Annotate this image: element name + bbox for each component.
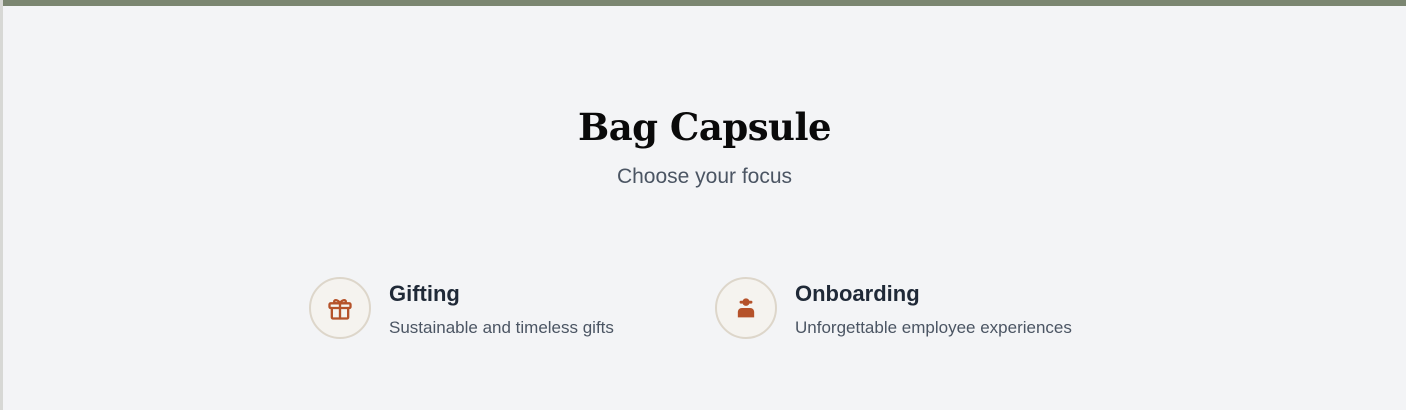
option-title: Onboarding [795, 281, 920, 306]
section-header: Bag Capsule Choose your focus [3, 104, 1406, 190]
page-subtitle: Choose your focus [616, 165, 793, 188]
option-description: Unforgettable employee experiences [795, 318, 1072, 337]
focus-options: Gifting Sustainable and timeless gifts O… [309, 277, 1072, 339]
option-title: Gifting [389, 281, 460, 306]
employee-icon [715, 277, 777, 339]
option-gifting-text: Gifting Sustainable and timeless gifts [389, 277, 614, 339]
option-gifting[interactable]: Gifting Sustainable and timeless gifts [309, 277, 715, 339]
option-onboarding-text: Onboarding Unforgettable employee experi… [795, 277, 1072, 339]
option-onboarding[interactable]: Onboarding Unforgettable employee experi… [715, 277, 1072, 339]
gift-icon [309, 277, 371, 339]
page-title: Bag Capsule [577, 105, 832, 149]
top-accent-bar [3, 0, 1406, 6]
page: Bag Capsule Choose your focus Gifting Su… [0, 0, 1406, 410]
option-description: Sustainable and timeless gifts [389, 318, 614, 337]
